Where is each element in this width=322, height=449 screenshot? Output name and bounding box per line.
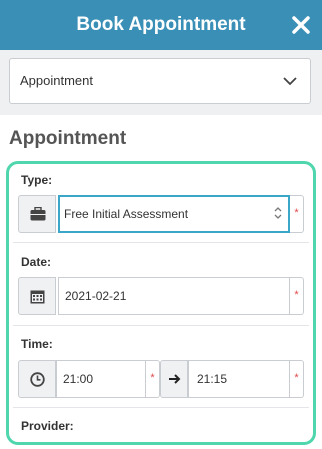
start-time-input[interactable]: 21:00 — [56, 360, 146, 398]
type-value: Free Initial Assessment — [64, 207, 189, 221]
header-bar: Book Appointment — [0, 0, 322, 50]
appointment-form-card: Type: Free Initial Assessment * Date: 20… — [6, 161, 316, 445]
end-time-value: 21:15 — [197, 372, 228, 386]
select-updown-icon — [274, 207, 282, 219]
type-label: Type: — [21, 173, 53, 187]
end-time-input[interactable]: 21:15 — [188, 360, 290, 398]
calendar-icon — [18, 277, 56, 315]
chevron-down-icon — [283, 77, 297, 86]
time-label: Time: — [21, 337, 53, 351]
date-value: 2021-02-21 — [65, 289, 127, 303]
type-select[interactable]: Free Initial Assessment — [58, 195, 290, 233]
divider — [13, 407, 309, 408]
divider — [13, 242, 309, 243]
end-time-required-mark: * — [290, 360, 304, 398]
start-time-value: 21:00 — [63, 372, 94, 386]
select-value: Appointment — [20, 73, 93, 88]
clock-icon — [18, 360, 56, 398]
date-input[interactable]: 2021-02-21 — [58, 277, 290, 315]
type-required-mark: * — [290, 195, 304, 233]
provider-label: Provider: — [21, 419, 74, 433]
briefcase-icon — [18, 195, 56, 233]
appointment-type-select[interactable]: Appointment — [9, 58, 311, 104]
divider — [13, 325, 309, 326]
section-title: Appointment — [9, 128, 127, 149]
start-time-required-mark: * — [146, 360, 160, 398]
date-required-mark: * — [290, 277, 304, 315]
date-label: Date: — [21, 255, 52, 269]
arrow-right-icon — [160, 360, 188, 398]
modal-title: Book Appointment — [76, 14, 246, 35]
close-icon[interactable] — [288, 12, 314, 38]
